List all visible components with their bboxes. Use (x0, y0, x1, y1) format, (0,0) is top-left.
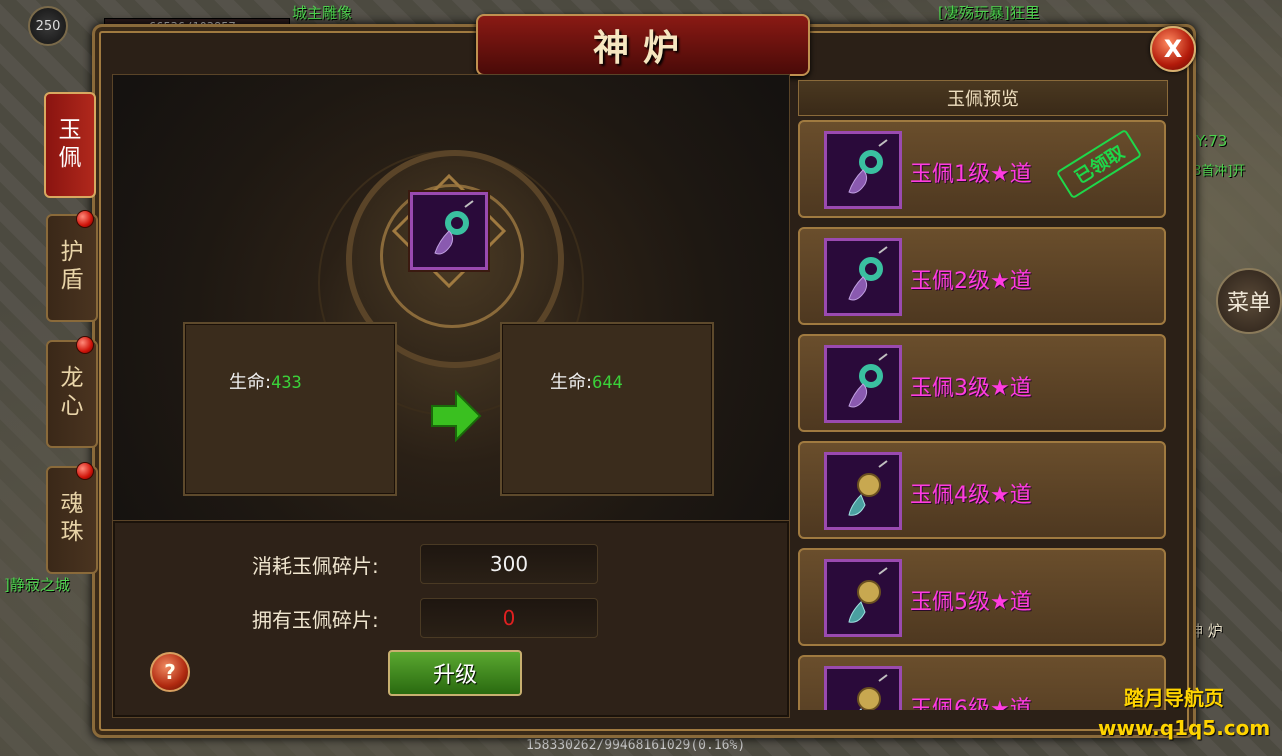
map-label: 城主雕像 (292, 4, 353, 22)
tab-label: 龙心 (60, 365, 84, 419)
npc-name-label: ]静寂之城 (4, 576, 70, 594)
preview-item-label: 玉佩3级★道 (910, 376, 1032, 401)
current-stats-box: 生命:433 (183, 322, 397, 496)
preview-item[interactable]: 玉佩5级★道 (798, 548, 1166, 646)
close-button[interactable]: X (1150, 26, 1196, 72)
jade-pendant-green-icon (824, 131, 902, 209)
tab-label: 魂珠 (60, 491, 84, 545)
jade-pendant-green-icon (824, 238, 902, 316)
preview-item[interactable]: 玉佩6级★道 (798, 655, 1166, 710)
preview-item-label: 玉佩5级★道 (910, 590, 1032, 615)
current-hp-stat: 生命:433 (229, 368, 302, 394)
tab-label: 护盾 (60, 239, 84, 293)
preview-item[interactable]: 玉佩3级★道 (798, 334, 1166, 432)
arrow-right-icon (431, 390, 482, 442)
consume-value-field: 300 (420, 544, 598, 584)
next-stats-box: 生命:644 (500, 322, 714, 496)
preview-item-label: 玉佩2级★道 (910, 269, 1032, 294)
jade-pendant-green-icon (434, 200, 474, 255)
player-name-label: [凄殇玩暴]狂里 (938, 4, 1040, 22)
notification-dot-icon (76, 462, 94, 480)
stat-label: 生命: (229, 372, 272, 393)
tab-dragon-heart[interactable]: 龙心 (46, 336, 98, 448)
preview-item-label: 玉佩1级★道 (910, 162, 1032, 187)
claimed-stamp: 已领取 (1055, 128, 1143, 200)
stat-label: 生命: (550, 372, 593, 393)
preview-item[interactable]: 玉佩2级★道 (798, 227, 1166, 325)
preview-item[interactable]: 玉佩4级★道 (798, 441, 1166, 539)
stat-value: 433 (271, 373, 302, 393)
preview-item-label: 玉佩6级★道 (910, 697, 1032, 710)
upgrade-button[interactable]: 升级 (388, 650, 522, 696)
own-label: 拥有玉佩碎片: (252, 608, 379, 632)
current-jade-pendant-slot[interactable] (410, 192, 488, 270)
tab-shield[interactable]: 护盾 (46, 210, 98, 322)
preview-header: 玉佩预览 (798, 80, 1168, 116)
consume-label: 消耗玉佩碎片: (252, 554, 379, 578)
notification-dot-icon (76, 210, 94, 228)
player-level-badge: 250 (28, 6, 68, 46)
watermark-url: www.q1q5.com (1098, 716, 1271, 740)
exp-status: 158330262/99468161029(0.16%) (526, 738, 746, 753)
jade-pendant-green-icon (824, 345, 902, 423)
own-value-field: 0 (420, 598, 598, 638)
coordinate-label: Y:73 (1196, 132, 1228, 150)
jade-pendant-gold-icon (824, 559, 902, 637)
stat-value: 644 (592, 373, 623, 393)
preview-item-label: 玉佩4级★道 (910, 483, 1032, 508)
next-hp-stat: 生命:644 (550, 368, 623, 394)
tab-jade-pendant[interactable]: 玉佩 (44, 92, 96, 198)
jade-pendant-gold-icon (824, 452, 902, 530)
notification-dot-icon (76, 336, 94, 354)
preview-item[interactable]: 玉佩1级★道 已领取 (798, 120, 1166, 218)
guild-label: [3首冲]开 (1188, 164, 1246, 179)
dialog-title: 神炉 (476, 14, 810, 76)
watermark-title: 踏月导航页 (1124, 686, 1224, 710)
tab-soul-orb[interactable]: 魂珠 (46, 462, 98, 574)
help-button[interactable]: ? (150, 652, 190, 692)
jade-pendant-gold-icon (824, 666, 902, 710)
menu-button[interactable]: 菜单 (1216, 268, 1282, 334)
tab-label: 玉佩 (58, 117, 82, 171)
preview-list[interactable]: 玉佩1级★道 已领取 玉佩2级★道 玉佩3级★道 玉佩4级★道 玉佩5级★道 玉… (798, 120, 1170, 710)
